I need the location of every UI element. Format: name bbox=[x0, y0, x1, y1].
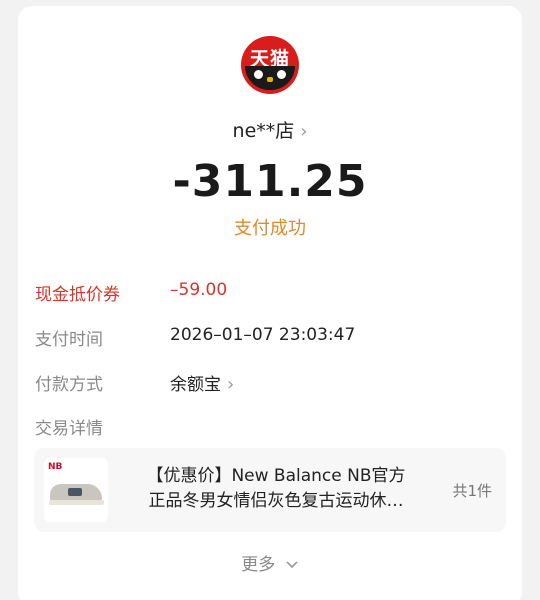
cat-eye-left bbox=[254, 70, 263, 79]
transaction-detail-label: 交易详情 bbox=[35, 419, 103, 439]
pay-method-label: 付款方式 bbox=[35, 375, 103, 395]
sneaker-sole bbox=[49, 500, 104, 505]
coupon-value: –59.00 bbox=[170, 280, 228, 300]
sneaker-logo-patch bbox=[68, 488, 82, 496]
payment-amount: -311.25 bbox=[172, 156, 368, 207]
product-title-line-1: 【优惠价】New Balance NB官方 bbox=[146, 466, 406, 486]
new-balance-logo-icon: NB bbox=[48, 462, 63, 472]
cat-nose bbox=[267, 77, 273, 82]
cat-eye-right bbox=[277, 70, 286, 79]
pay-time-label: 支付时间 bbox=[35, 330, 103, 350]
pay-method-text: 余额宝 bbox=[170, 375, 221, 395]
coupon-label: 现金抵价券 bbox=[35, 285, 120, 305]
payment-status: 支付成功 bbox=[234, 218, 306, 239]
chevron-down-icon bbox=[286, 561, 298, 569]
tmall-logo-icon: 天猫 bbox=[241, 36, 299, 94]
product-title-line-2: 正品冬男女情侣灰色复古运动休… bbox=[148, 491, 404, 511]
product-item[interactable]: NB 【优惠价】New Balance NB官方 正品冬男女情侣灰色复古运动休…… bbox=[34, 448, 506, 532]
chevron-right-icon: › bbox=[227, 374, 235, 395]
payment-detail-card: 天猫 ne**店 › -311.25 支付成功 现金抵价券 –59.00 支付时间… bbox=[18, 6, 522, 600]
pay-time-value: 2026–01–07 23:03:47 bbox=[170, 325, 356, 345]
pay-method-value: 余额宝 › bbox=[170, 370, 234, 395]
more-button[interactable]: 更多 bbox=[18, 550, 522, 575]
store-name: ne**店 bbox=[232, 120, 295, 142]
product-count: 共1件 bbox=[452, 482, 492, 500]
store-link[interactable]: ne**店 › bbox=[18, 116, 522, 143]
cat-face-icon bbox=[245, 66, 295, 90]
product-title: 【优惠价】New Balance NB官方 正品冬男女情侣灰色复古运动休… bbox=[126, 464, 426, 514]
chevron-right-icon: › bbox=[300, 121, 308, 142]
product-thumbnail: NB bbox=[44, 458, 108, 522]
more-label: 更多 bbox=[241, 555, 276, 575]
